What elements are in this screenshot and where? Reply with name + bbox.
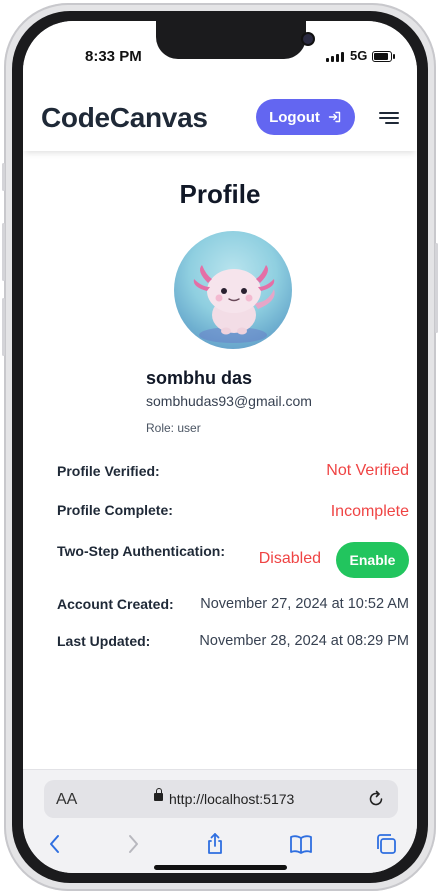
browser-toolbar: AA http://localhost:5173 bbox=[23, 769, 417, 873]
mute-switch bbox=[2, 163, 5, 191]
battery-icon bbox=[372, 51, 395, 62]
bezel: 8:33 PM 5G CodeCanvas Logout Profile som… bbox=[12, 11, 428, 883]
account-created-label: Account Created: bbox=[57, 596, 174, 612]
last-updated-label: Last Updated: bbox=[57, 633, 151, 649]
profile-complete-status: Incomplete bbox=[330, 503, 409, 520]
avatar bbox=[174, 231, 292, 349]
user-email: sombhudas93@gmail.com bbox=[146, 393, 312, 409]
notch bbox=[156, 21, 313, 59]
logout-label: Logout bbox=[269, 108, 320, 126]
lock-icon bbox=[154, 788, 163, 801]
text-size-button[interactable]: AA bbox=[56, 791, 77, 809]
reload-icon[interactable] bbox=[366, 789, 386, 809]
brand-logo[interactable]: CodeCanvas bbox=[41, 102, 208, 134]
profile-verified-status: Not Verified bbox=[326, 462, 409, 479]
page-title: Profile bbox=[179, 179, 261, 209]
screen: 8:33 PM 5G CodeCanvas Logout Profile som… bbox=[23, 21, 417, 873]
two-step-auth-label: Two-Step Authentication: bbox=[57, 543, 225, 559]
logout-button[interactable]: Logout bbox=[256, 99, 355, 135]
profile-verified-label: Profile Verified: bbox=[57, 463, 160, 479]
enable-two-step-button[interactable]: Enable bbox=[336, 542, 409, 578]
hamburger-menu-icon[interactable] bbox=[379, 112, 399, 124]
volume-up-button bbox=[2, 223, 5, 281]
app-header: CodeCanvas Logout bbox=[23, 81, 417, 151]
camera-icon bbox=[303, 34, 313, 44]
text-size-label: AA bbox=[56, 791, 78, 808]
url-text: http://localhost:5173 bbox=[169, 791, 295, 807]
back-icon[interactable] bbox=[43, 832, 67, 856]
share-icon[interactable] bbox=[203, 832, 227, 856]
last-updated-value: November 28, 2024 at 08:29 PM bbox=[199, 633, 409, 649]
status-time: 8:33 PM bbox=[85, 48, 142, 65]
user-name: sombhu das bbox=[146, 368, 253, 388]
forward-icon[interactable] bbox=[121, 832, 145, 856]
axolotl-avatar-image bbox=[193, 265, 275, 343]
tabs-icon[interactable] bbox=[374, 832, 398, 856]
power-button bbox=[435, 243, 438, 333]
network-type: 5G bbox=[350, 48, 368, 63]
user-role: Role: user bbox=[146, 421, 201, 435]
profile-complete-label: Profile Complete: bbox=[57, 502, 173, 518]
home-indicator bbox=[154, 865, 287, 870]
phone-frame: 8:33 PM 5G CodeCanvas Logout Profile som… bbox=[2, 3, 438, 891]
status-bar: 8:33 PM 5G bbox=[23, 21, 417, 77]
two-step-auth-status: Disabled bbox=[258, 550, 321, 567]
bookmarks-icon[interactable] bbox=[289, 832, 313, 856]
signal-icon bbox=[326, 50, 348, 62]
account-created-value: November 27, 2024 at 10:52 AM bbox=[200, 596, 409, 612]
volume-down-button bbox=[2, 298, 5, 356]
logout-arrow-icon bbox=[328, 111, 341, 123]
address-bar[interactable]: AA http://localhost:5173 bbox=[44, 780, 398, 818]
browser-nav bbox=[23, 828, 417, 858]
